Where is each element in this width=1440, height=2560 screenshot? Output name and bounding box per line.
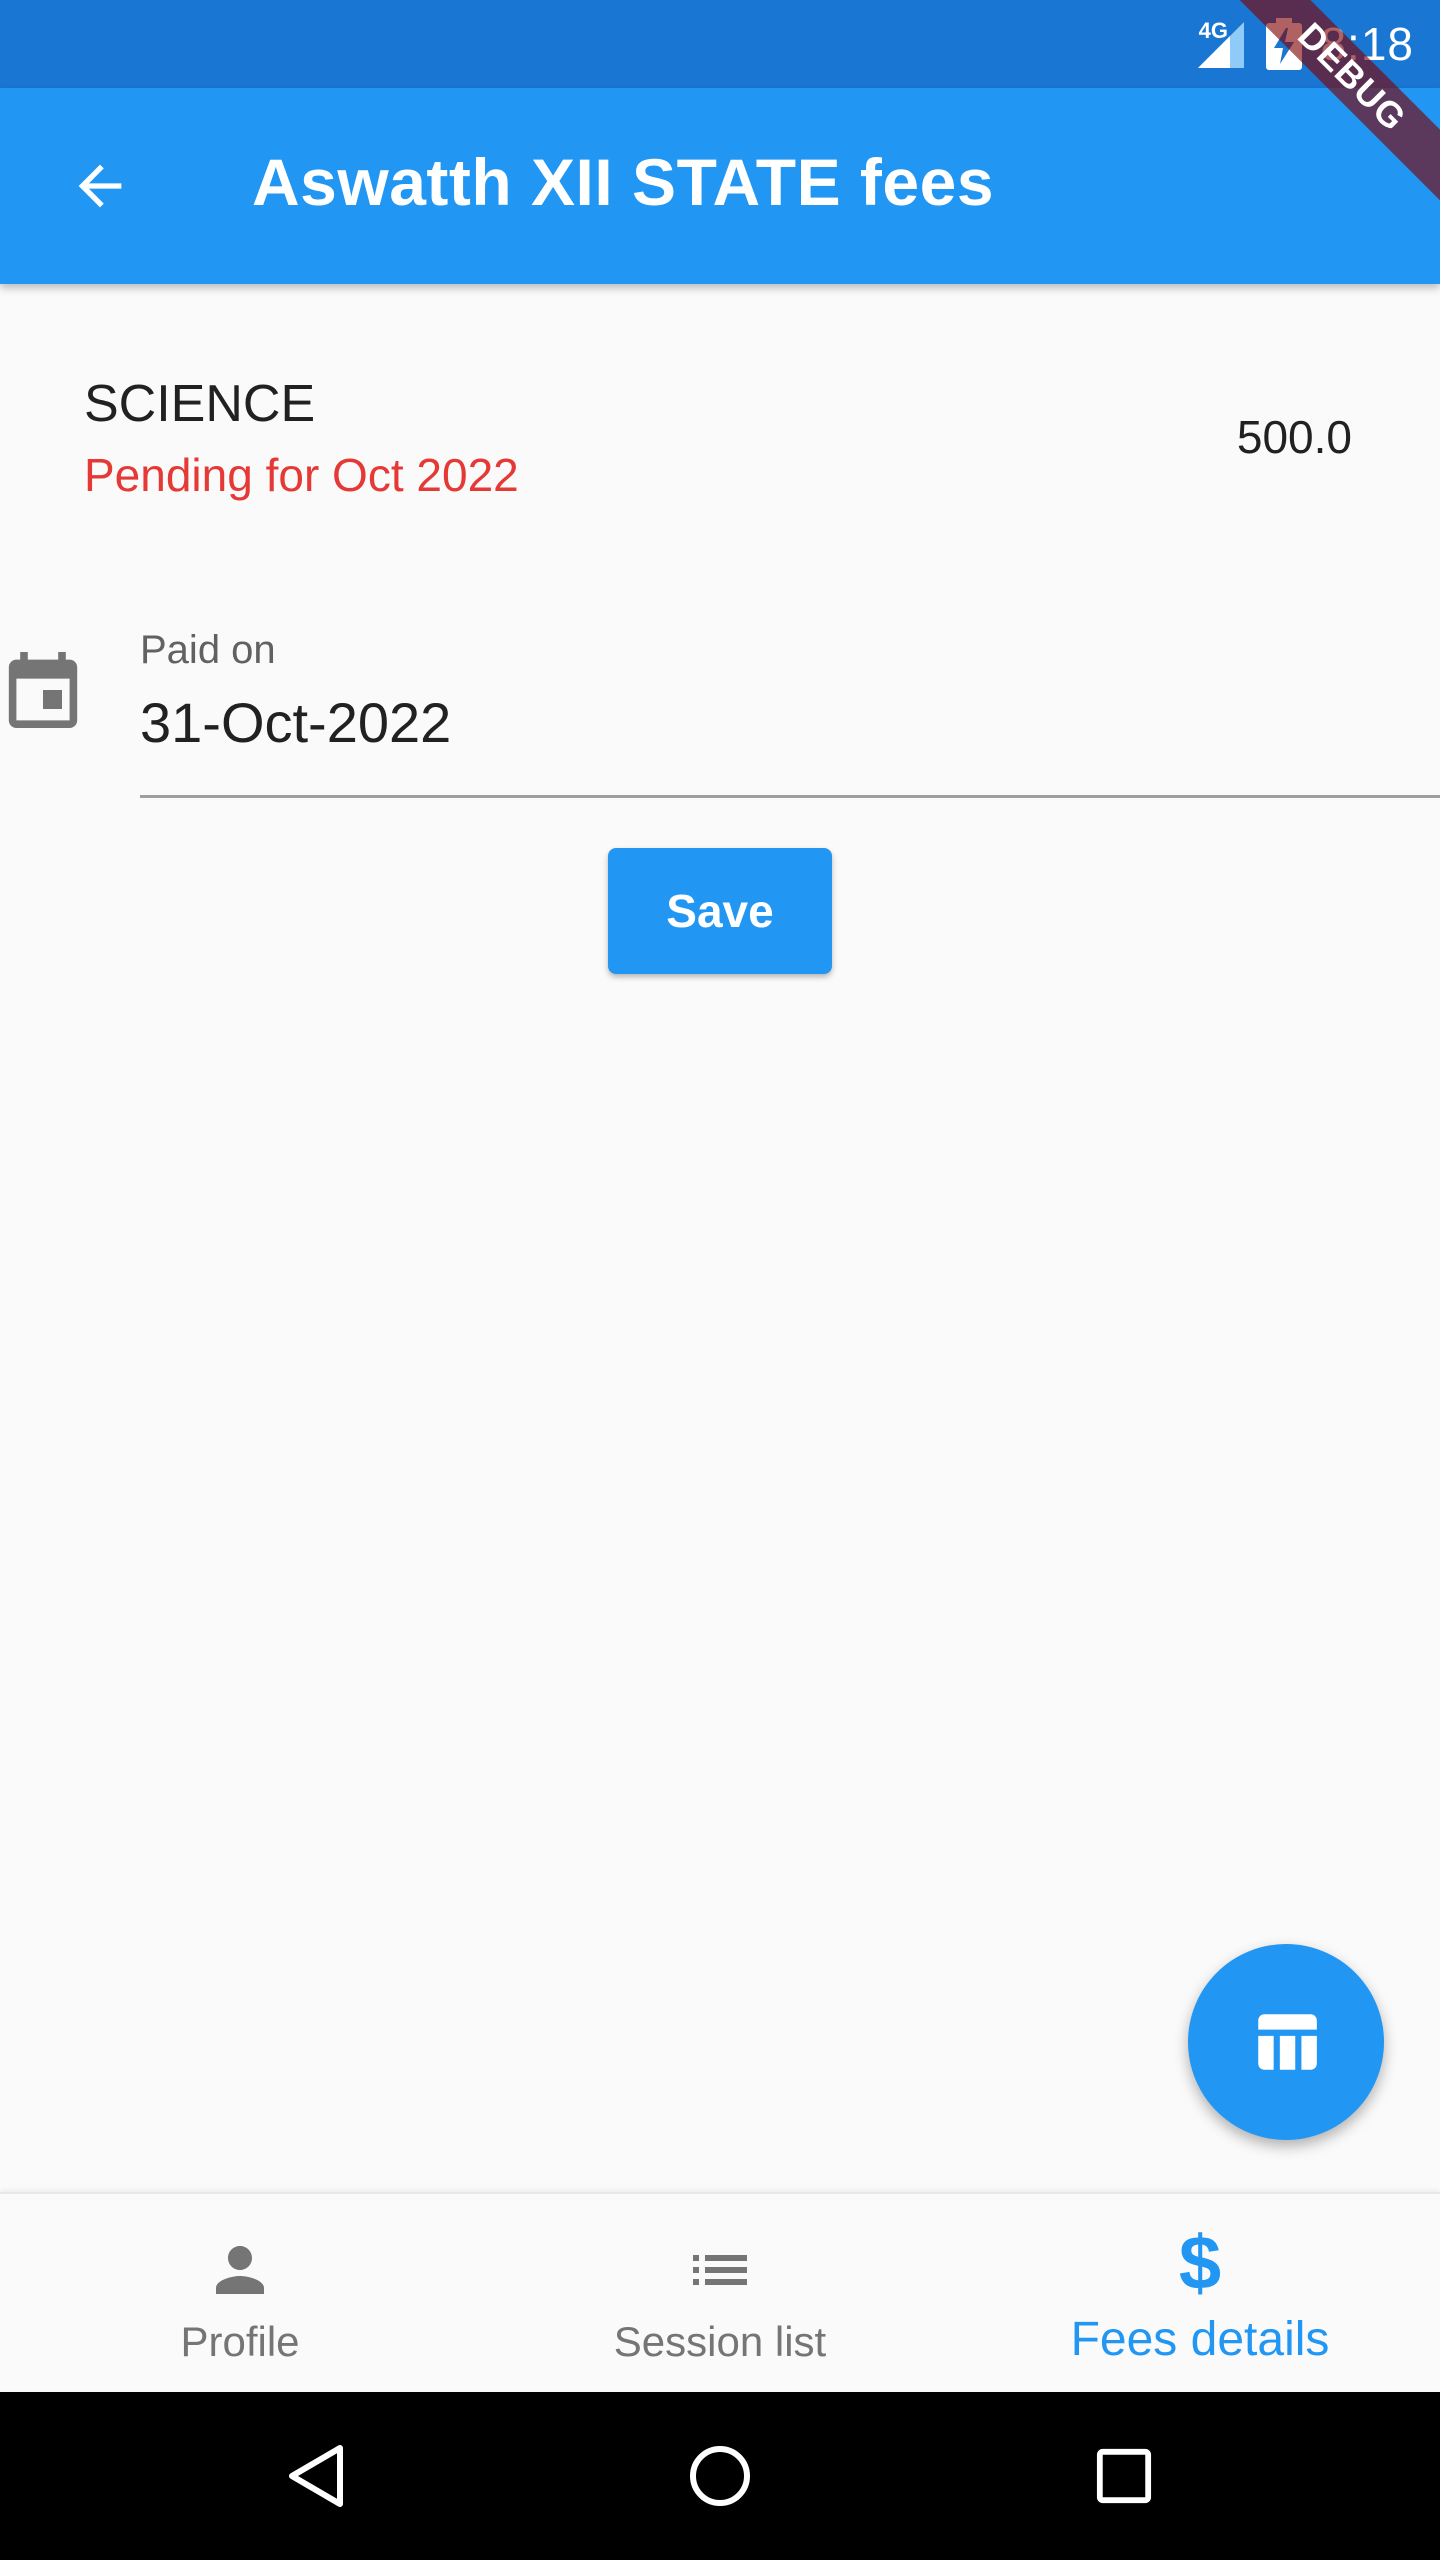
- battery-charging-icon: [1266, 18, 1303, 70]
- nav-label-session-list: Session list: [613, 2318, 827, 2365]
- fee-pending-status: Pending for Oct 2022: [84, 449, 519, 501]
- nav-label-profile: Profile: [180, 2318, 300, 2365]
- signal-icon: [1198, 22, 1245, 68]
- paid-on-date-field[interactable]: 31-Oct-2022: [140, 690, 451, 755]
- person-icon: [204, 2234, 276, 2306]
- square-recents-icon: [1096, 2448, 1152, 2504]
- date-field-underline: [140, 795, 1440, 798]
- list-icon: [684, 2234, 756, 2306]
- table-chart-icon: [1258, 2014, 1317, 2070]
- system-navigation-bar: [0, 2392, 1440, 2560]
- calendar-icon[interactable]: [8, 652, 78, 728]
- page-title: Aswatth XII STATE fees: [252, 145, 995, 219]
- back-button[interactable]: [42, 128, 158, 244]
- triangle-back-icon: [289, 2445, 343, 2507]
- paid-on-label: Paid on: [140, 628, 276, 672]
- screen: 4G 8:18 Aswatth XII STATE fees DEBUG SCI…: [0, 0, 1440, 2560]
- circle-home-icon: [690, 2446, 750, 2506]
- nav-item-session-list[interactable]: Session list: [480, 2194, 960, 2392]
- dollar-icon: $: [1178, 2221, 1222, 2306]
- fee-amount: 500.0: [1236, 411, 1352, 463]
- arrow-back-icon: [78, 164, 122, 208]
- table-fab-button[interactable]: [1188, 1944, 1384, 2140]
- status-icons: 8:18: [1194, 14, 1414, 74]
- system-recents-button[interactable]: [1074, 2426, 1174, 2526]
- nav-label-fees-details: Fees details: [1070, 2313, 1330, 2366]
- fee-subject: SCIENCE: [84, 375, 316, 433]
- system-home-button[interactable]: [670, 2426, 770, 2526]
- status-bar: 4G 8:18: [0, 0, 1440, 88]
- status-clock: 8:18: [1320, 18, 1414, 70]
- nav-item-profile[interactable]: Profile: [0, 2194, 480, 2392]
- system-back-button[interactable]: [266, 2426, 366, 2526]
- bottom-navigation: Profile Session list $ Fees details: [0, 2192, 1440, 2390]
- nav-item-fees-details[interactable]: $ Fees details: [960, 2194, 1440, 2392]
- save-button[interactable]: Save: [608, 848, 832, 974]
- app-bar: Aswatth XII STATE fees: [0, 88, 1440, 284]
